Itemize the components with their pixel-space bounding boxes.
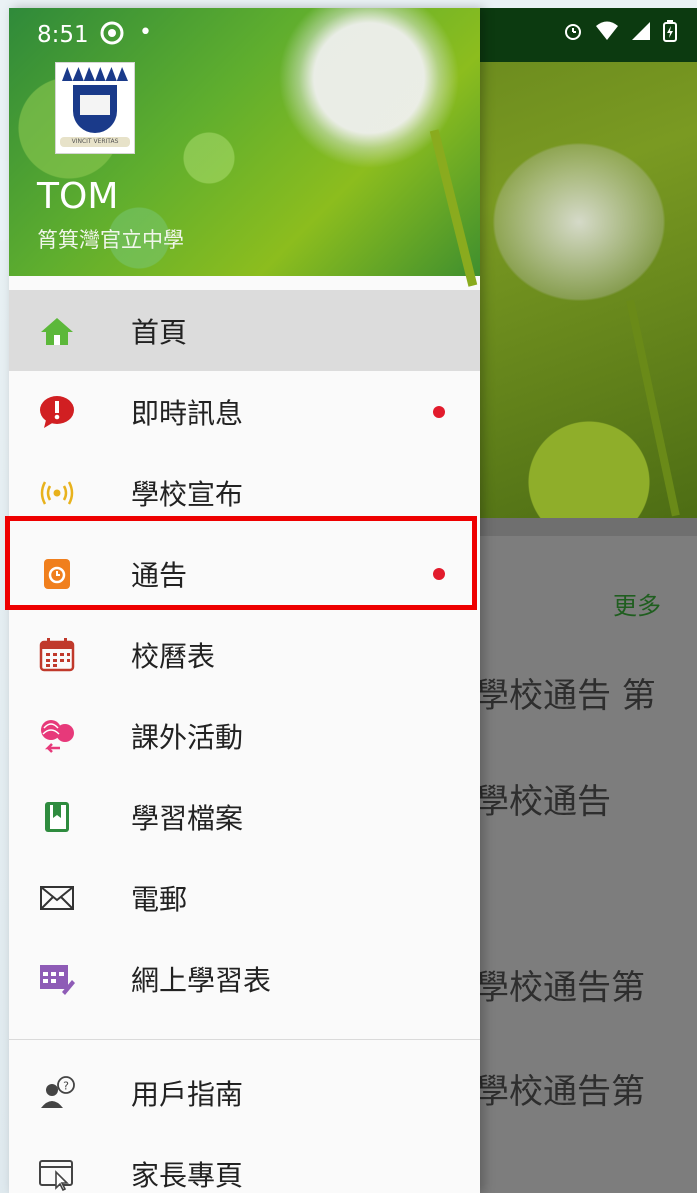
notice-snippet: 學校通告第 bbox=[475, 968, 645, 1008]
menu-item-label: 學習檔案 bbox=[131, 801, 244, 835]
menu-item-label: 學校宣布 bbox=[131, 477, 244, 511]
menu-item-label: 首頁 bbox=[131, 315, 188, 349]
wifi-icon bbox=[596, 21, 618, 40]
status-time: 8:51 bbox=[37, 22, 89, 48]
menu-item-label: 電郵 bbox=[131, 882, 188, 916]
notice-snippet: 學校通告第 bbox=[475, 1072, 645, 1112]
menu-item-label: 家長專頁 bbox=[131, 1158, 244, 1192]
menu-item-school-calendar[interactable]: 校曆表 bbox=[9, 614, 480, 695]
elearning-icon bbox=[37, 959, 77, 999]
calendar-icon bbox=[37, 635, 77, 675]
signal-icon bbox=[632, 22, 650, 40]
shield-icon bbox=[73, 85, 117, 133]
portfolio-icon bbox=[37, 797, 77, 837]
home-icon bbox=[37, 311, 77, 351]
menu-item-label: 課外活動 bbox=[131, 720, 244, 754]
parent-page-icon bbox=[37, 1154, 77, 1193]
logo-motto: VINCIT VERITAS bbox=[60, 137, 130, 147]
menu-item-label: 校曆表 bbox=[131, 639, 216, 673]
more-link[interactable]: 更多 bbox=[613, 586, 661, 621]
alarm-icon bbox=[565, 24, 581, 40]
highlight-box bbox=[5, 516, 477, 610]
dandelion-stem bbox=[429, 129, 478, 287]
menu-item-online-learning-form[interactable]: 網上學習表 bbox=[9, 938, 480, 1019]
svg-text:?: ? bbox=[63, 1079, 69, 1092]
menu-divider bbox=[9, 1039, 480, 1040]
status-bar: 8:51 • bbox=[9, 8, 697, 62]
menu-item-home[interactable]: 首頁 bbox=[9, 290, 480, 371]
menu-item-extracurricular[interactable]: 課外活動 bbox=[9, 695, 480, 776]
book-icon bbox=[80, 95, 110, 115]
notification-swirl-icon bbox=[99, 20, 125, 52]
status-icons bbox=[562, 20, 677, 48]
broadcast-icon bbox=[37, 473, 77, 513]
mail-icon bbox=[37, 878, 77, 918]
crowns-icon bbox=[62, 67, 128, 81]
notice-snippet: 學校通告 bbox=[475, 782, 611, 822]
menu-item-label: 即時訊息 bbox=[131, 396, 244, 430]
battery-charging-icon bbox=[663, 20, 677, 42]
notice-snippet: 學校通告 第 bbox=[475, 676, 656, 716]
user-guide-icon: ? bbox=[37, 1073, 77, 1113]
unread-badge bbox=[433, 405, 445, 418]
message-alert-icon bbox=[37, 392, 77, 432]
school-name: 筲箕灣官立中學 bbox=[37, 228, 184, 252]
menu-item-instant-message[interactable]: 即時訊息 bbox=[9, 371, 480, 452]
menu-item-learning-portfolio[interactable]: 學習檔案 bbox=[9, 776, 480, 857]
menu-item-parent-page[interactable]: 家長專頁 bbox=[9, 1133, 480, 1193]
drawer-menu: 首頁 即時訊息 學校宣布 通告 校曆表 課外活動 學習檔案 電郵 網上學習表 ?… bbox=[9, 290, 480, 1193]
user-name: TOM bbox=[37, 176, 119, 217]
menu-item-email[interactable]: 電郵 bbox=[9, 857, 480, 938]
activity-icon bbox=[37, 716, 77, 756]
status-dot: • bbox=[139, 20, 152, 45]
school-logo: VINCIT VERITAS bbox=[55, 62, 135, 154]
menu-item-label: 用戶指南 bbox=[131, 1077, 244, 1111]
menu-item-label: 網上學習表 bbox=[131, 963, 272, 997]
menu-item-user-guide[interactable]: ? 用戶指南 bbox=[9, 1052, 480, 1133]
